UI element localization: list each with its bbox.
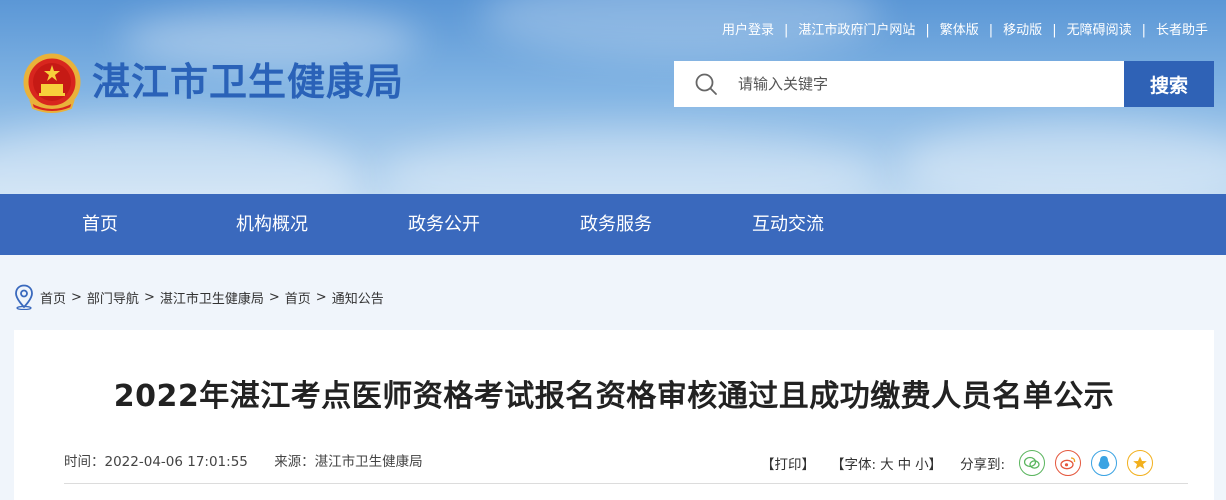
breadcrumb-home-2[interactable]: 首页 bbox=[285, 288, 311, 307]
location-pin-icon bbox=[15, 284, 33, 310]
separator: | bbox=[1141, 23, 1146, 38]
divider bbox=[64, 483, 1188, 484]
breadcrumb-separator: > bbox=[71, 289, 82, 305]
font-size-label: 【字体: bbox=[831, 457, 877, 473]
weibo-icon[interactable] bbox=[1055, 450, 1082, 476]
top-links: 用户登录 | 湛江市政府门户网站 | 繁体版 | 移动版 | 无障碍阅读 | 长… bbox=[718, 20, 1212, 42]
wechat-icon[interactable] bbox=[1019, 450, 1046, 476]
print-button[interactable]: 【打印】 bbox=[761, 453, 815, 473]
article-source: 来源：湛江市卫生健康局 bbox=[274, 454, 423, 470]
separator: | bbox=[925, 23, 930, 38]
nav-government-affairs[interactable]: 政务公开 bbox=[408, 194, 480, 255]
accessibility-link[interactable]: 无障碍阅读 bbox=[1063, 20, 1136, 42]
article-title: 2022年湛江考点医师资格考试报名资格审核通过且成功缴费人员名单公示 bbox=[113, 379, 1115, 414]
font-medium-button[interactable]: 中 bbox=[898, 453, 912, 473]
breadcrumb-separator: > bbox=[143, 289, 155, 305]
site-title[interactable]: 湛江市卫生健康局 bbox=[92, 55, 404, 109]
article-panel: 2022年湛江考点医师资格考试报名资格审核通过且成功缴费人员名单公示 时间：20… bbox=[14, 330, 1214, 500]
nav-interaction[interactable]: 互动交流 bbox=[752, 194, 824, 255]
search-button[interactable]: 搜索 bbox=[1124, 61, 1214, 107]
search-icon bbox=[695, 73, 717, 95]
breadcrumb-home[interactable]: 首页 bbox=[40, 288, 66, 307]
separator: | bbox=[988, 23, 994, 38]
elder-assistant-link[interactable]: 长者助手 bbox=[1152, 20, 1212, 42]
site-header: 湛江市卫生健康局 用户登录 | 湛江市政府门户网站 | 繁体版 | 移动版 | … bbox=[0, 0, 1226, 194]
search-box bbox=[674, 61, 1124, 107]
breadcrumb-bureau[interactable]: 湛江市卫生健康局 bbox=[160, 288, 264, 307]
font-large-button[interactable]: 大 bbox=[880, 453, 894, 473]
breadcrumb-separator: > bbox=[315, 289, 327, 305]
font-small-button[interactable]: 小】 bbox=[915, 453, 942, 473]
nav-services[interactable]: 政务服务 bbox=[580, 194, 652, 255]
mobile-link[interactable]: 移动版 bbox=[999, 20, 1046, 42]
national-emblem-icon bbox=[23, 53, 81, 113]
qzone-icon[interactable] bbox=[1127, 450, 1154, 476]
nav-organization[interactable]: 机构概况 bbox=[236, 194, 308, 255]
login-link[interactable]: 用户登录 bbox=[718, 20, 778, 42]
main-nav: 首页 机构概况 政务公开 政务服务 互动交流 bbox=[0, 194, 1226, 255]
search-input[interactable] bbox=[736, 74, 1110, 94]
breadcrumb: 首页 > 部门导航 > 湛江市卫生健康局 > 首页 > 通知公告 bbox=[14, 284, 384, 310]
traditional-link[interactable]: 繁体版 bbox=[936, 20, 983, 42]
nav-home[interactable]: 首页 bbox=[82, 194, 118, 255]
article-tools: 【打印】 【字体: 大 中 小】 分享到: bbox=[761, 450, 1154, 476]
article-meta: 时间：2022-04-06 17:01:55 来源：湛江市卫生健康局 bbox=[64, 450, 445, 470]
separator: | bbox=[1052, 23, 1057, 38]
breadcrumb-notices[interactable]: 通知公告 bbox=[332, 288, 384, 307]
qq-icon[interactable] bbox=[1091, 450, 1118, 476]
share-label: 分享到: bbox=[960, 457, 1006, 473]
separator: | bbox=[783, 23, 789, 38]
breadcrumb-separator: > bbox=[268, 289, 280, 305]
gov-portal-link[interactable]: 湛江市政府门户网站 bbox=[794, 20, 919, 42]
publish-time: 时间：2022-04-06 17:01:55 bbox=[64, 454, 248, 470]
breadcrumb-dept-nav[interactable]: 部门导航 bbox=[87, 288, 139, 307]
